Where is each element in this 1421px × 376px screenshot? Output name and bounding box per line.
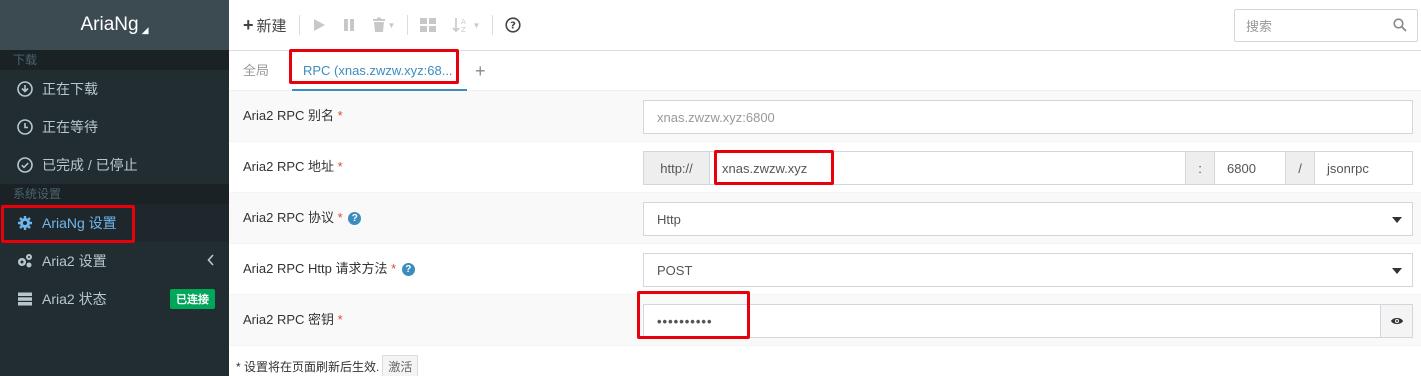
download-circle-icon [16,80,34,98]
sort-alpha-icon: AZ [452,18,466,33]
rpc-method-select[interactable]: POST [643,253,1413,287]
sidebar: AriaNg ◢ 下载 正在下载 正在等待 已完成 / 已停止 系统设置 Ari… [0,0,229,376]
protocol-prefix-addon: http:// [643,151,710,185]
setting-row-secret: Aria2 RPC 密钥 * •••••••••• [229,295,1421,346]
rpc-host-input[interactable]: xnas.zwzw.xyz [709,151,1186,185]
setting-row-protocol: Aria2 RPC 协议 * ? Http [229,193,1421,244]
eye-icon [1390,318,1403,324]
sort-button[interactable]: AZ ▼ [444,10,488,40]
status-badge: 已连接 [170,289,215,309]
brand-logo[interactable]: AriaNg ◢ [0,0,229,50]
question-circle-icon: ? [505,17,521,33]
chevron-left-icon[interactable] [207,253,215,269]
show-password-button[interactable] [1380,304,1413,338]
sidebar-item-waiting[interactable]: 正在等待 [0,108,229,146]
setting-row-alias: Aria2 RPC 别名 * xnas.zwzw.xyz:6800 [229,91,1421,142]
trash-icon [372,17,385,32]
svg-text:A: A [461,18,466,26]
rpc-method-value: POST [657,262,693,278]
sidebar-item-label: 正在等待 [42,119,98,135]
server-icon [16,290,34,308]
activate-button[interactable]: 激活 [382,355,419,376]
setting-label: Aria2 RPC 别名 * [243,108,343,123]
help-button[interactable]: ? [497,10,529,40]
rpc-port-input[interactable]: 6800 [1214,151,1286,185]
sidebar-item-label: 正在下载 [42,81,98,97]
sidebar-item-label: AriaNg 设置 [42,215,117,231]
caret-down-icon [1392,217,1402,223]
caret-down-icon [1392,268,1402,274]
new-task-label: 新建 [256,17,287,35]
setting-label: Aria2 RPC 协议 * ? [243,193,362,243]
brand-name: AriaNg [80,14,139,35]
rpc-secret-value: •••••••••• [657,313,713,329]
new-task-button[interactable]: + 新建 [235,10,295,40]
caret-down-icon: ▼ [472,20,481,30]
sidebar-item-stopped[interactable]: 已完成 / 已停止 [0,146,229,184]
settings-tabs: 全局 RPC (xnas.zwzw.xyz:68... + [229,51,1421,91]
colon-addon: : [1185,151,1215,185]
sidebar-item-aria2-status[interactable]: Aria2 状态 已连接 [0,280,229,318]
start-button[interactable] [304,10,334,40]
sidebar-item-label: Aria2 设置 [42,253,107,269]
setting-label: Aria2 RPC 地址 * [243,159,343,174]
slash-addon: / [1285,151,1315,185]
tab-global[interactable]: 全局 [243,51,269,91]
toolbar-divider [298,15,300,35]
search-placeholder: 搜索 [1246,19,1273,34]
rpc-protocol-select[interactable]: Http [643,202,1413,236]
sidebar-item-aria2-settings[interactable]: Aria2 设置 [0,242,229,280]
add-rpc-tab-icon[interactable]: + [475,51,486,91]
rpc-path-input[interactable]: jsonrpc [1314,151,1413,185]
sidebar-item-label: 已完成 / 已停止 [42,157,138,173]
pause-button[interactable] [334,10,364,40]
help-icon[interactable]: ? [348,212,362,226]
search-input[interactable]: 搜索 [1234,9,1418,42]
display-mode-button[interactable] [412,10,444,40]
brand-caret-icon: ◢ [141,24,149,35]
play-icon [313,19,325,31]
section-header-download: 下载 [0,50,229,70]
grid-icon [420,18,437,32]
rpc-alias-input[interactable]: xnas.zwzw.xyz:6800 [643,100,1413,134]
rpc-settings-form: Aria2 RPC 别名 * xnas.zwzw.xyz:6800 Aria2 … [229,91,1421,346]
caret-down-icon: ▼ [387,20,396,30]
rpc-protocol-value: Http [657,211,681,227]
reload-note: * 设置将在页面刷新后生效. [236,360,380,374]
sidebar-item-label: Aria2 状态 [42,291,107,307]
toolbar: + 新建 ▼ AZ ▼ ? 搜索 [229,0,1421,51]
section-header-settings: 系统设置 [0,184,229,204]
toolbar-divider [492,15,494,35]
setting-row-method: Aria2 RPC Http 请求方法 * ? POST [229,244,1421,295]
footer-note: * 设置将在页面刷新后生效. 激活 [236,355,419,376]
sidebar-item-downloading[interactable]: 正在下载 [0,70,229,108]
sidebar-item-ariang-settings[interactable]: AriaNg 设置 [0,204,229,242]
toolbar-divider [407,15,409,35]
svg-text:Z: Z [461,26,466,33]
delete-button[interactable]: ▼ [364,10,404,40]
gear-icon [16,214,34,232]
gears-icon [16,252,34,270]
tab-rpc[interactable]: RPC (xnas.zwzw.xyz:68... [292,51,467,91]
setting-label: Aria2 RPC 密钥 * [243,312,343,327]
svg-text:?: ? [510,21,516,32]
plus-icon: + [243,14,254,35]
search-icon[interactable] [1393,18,1407,32]
check-circle-icon [16,156,34,174]
pause-icon [343,19,354,31]
setting-label: Aria2 RPC Http 请求方法 * ? [243,244,415,294]
help-icon[interactable]: ? [401,263,415,277]
rpc-alias-placeholder: xnas.zwzw.xyz:6800 [657,109,775,125]
clock-icon [16,118,34,136]
setting-row-address: Aria2 RPC 地址 * http:// xnas.zwzw.xyz : 6… [229,142,1421,193]
rpc-secret-input[interactable]: •••••••••• [643,304,1381,338]
